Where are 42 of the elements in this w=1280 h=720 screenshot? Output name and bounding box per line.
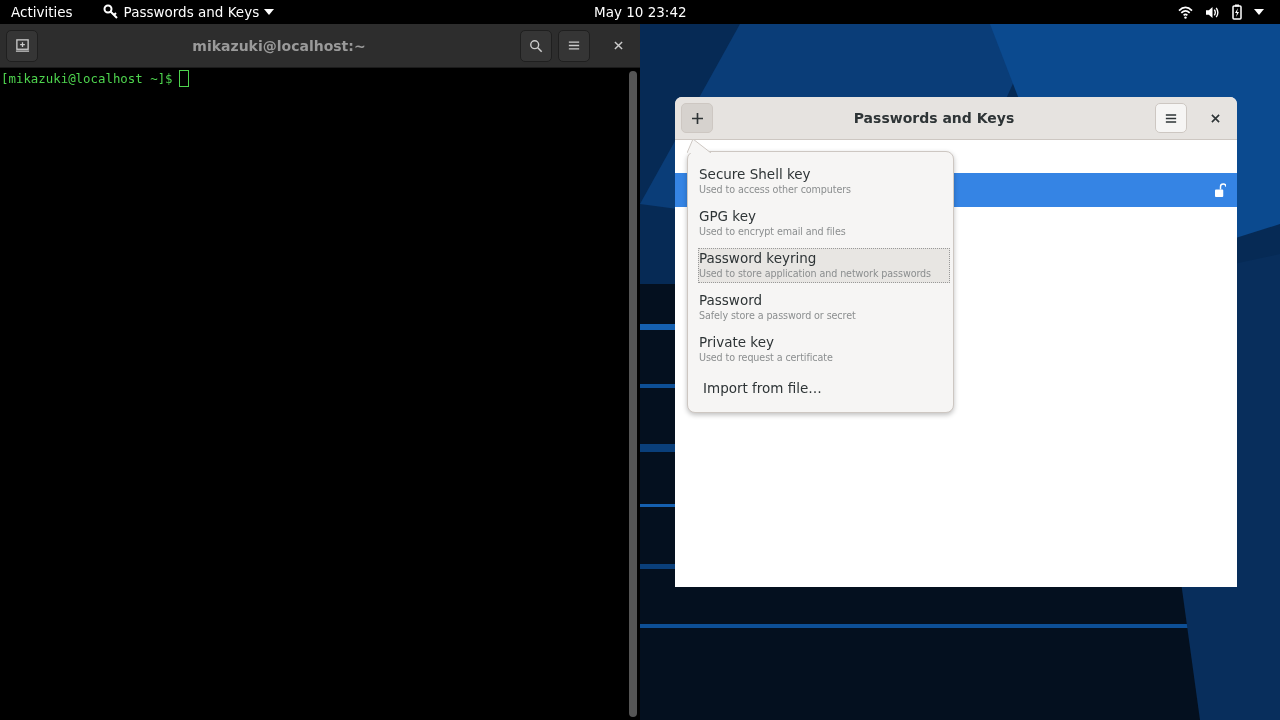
menu-button[interactable] — [558, 29, 590, 62]
item-description: Used to access other computers — [699, 183, 852, 196]
keys-icon — [102, 4, 119, 20]
menu-item[interactable]: Secure Shell key Used to access other computers — [698, 164, 950, 199]
window-title: Passwords and Keys — [852, 110, 1016, 126]
caret-icon — [264, 9, 275, 15]
item-title: Secure Shell key — [699, 166, 812, 183]
item-description: Safely store a password or secret — [699, 309, 857, 322]
menu-item[interactable]: GPG key Used to encrypt email and files — [698, 206, 950, 241]
add-button[interactable] — [681, 103, 713, 133]
item-title: GPG key — [699, 208, 757, 225]
text-cursor — [178, 70, 189, 87]
search-button[interactable] — [520, 29, 552, 62]
item-title: Password — [699, 292, 764, 309]
item-title: Password keyring — [699, 250, 818, 267]
window-title: mikazuki@localhost:~ — [191, 37, 367, 54]
caret-icon[interactable] — [1254, 9, 1264, 15]
battery-icon[interactable] — [1232, 4, 1242, 20]
scrollbar[interactable] — [629, 71, 637, 717]
shell-prompt: [mikazuki@localhost ~]$ — [1, 71, 173, 86]
item-description: Used to request a certificate — [699, 351, 834, 364]
menu-item[interactable]: Private key Used to request a certificate — [698, 332, 950, 367]
menu-icon — [1165, 112, 1177, 124]
menu-item[interactable]: Password Safely store a password or secret — [698, 290, 950, 325]
close-icon — [613, 41, 623, 50]
menu-icon — [568, 40, 580, 51]
wifi-icon[interactable] — [1178, 5, 1193, 19]
clock[interactable]: May 10 23:42 — [594, 4, 687, 20]
close-icon — [1210, 113, 1220, 123]
new-tab-button[interactable] — [6, 29, 38, 62]
item-description: Used to encrypt email and files — [699, 225, 847, 238]
item-title: Private key — [699, 334, 775, 351]
unlocked-icon — [1215, 182, 1226, 198]
activities-button[interactable]: Activities — [0, 4, 83, 20]
new-tab-icon — [14, 38, 30, 53]
app-menu[interactable]: Passwords and Keys — [102, 4, 275, 20]
import-menu-item[interactable]: Import from file… — [699, 374, 826, 402]
menu-item[interactable]: Password keyring Used to store application and network passwords — [698, 248, 950, 283]
plus-icon — [691, 112, 703, 124]
item-description: Used to store application and network passwords — [699, 267, 932, 280]
search-icon — [529, 38, 543, 53]
volume-icon[interactable] — [1205, 5, 1220, 19]
